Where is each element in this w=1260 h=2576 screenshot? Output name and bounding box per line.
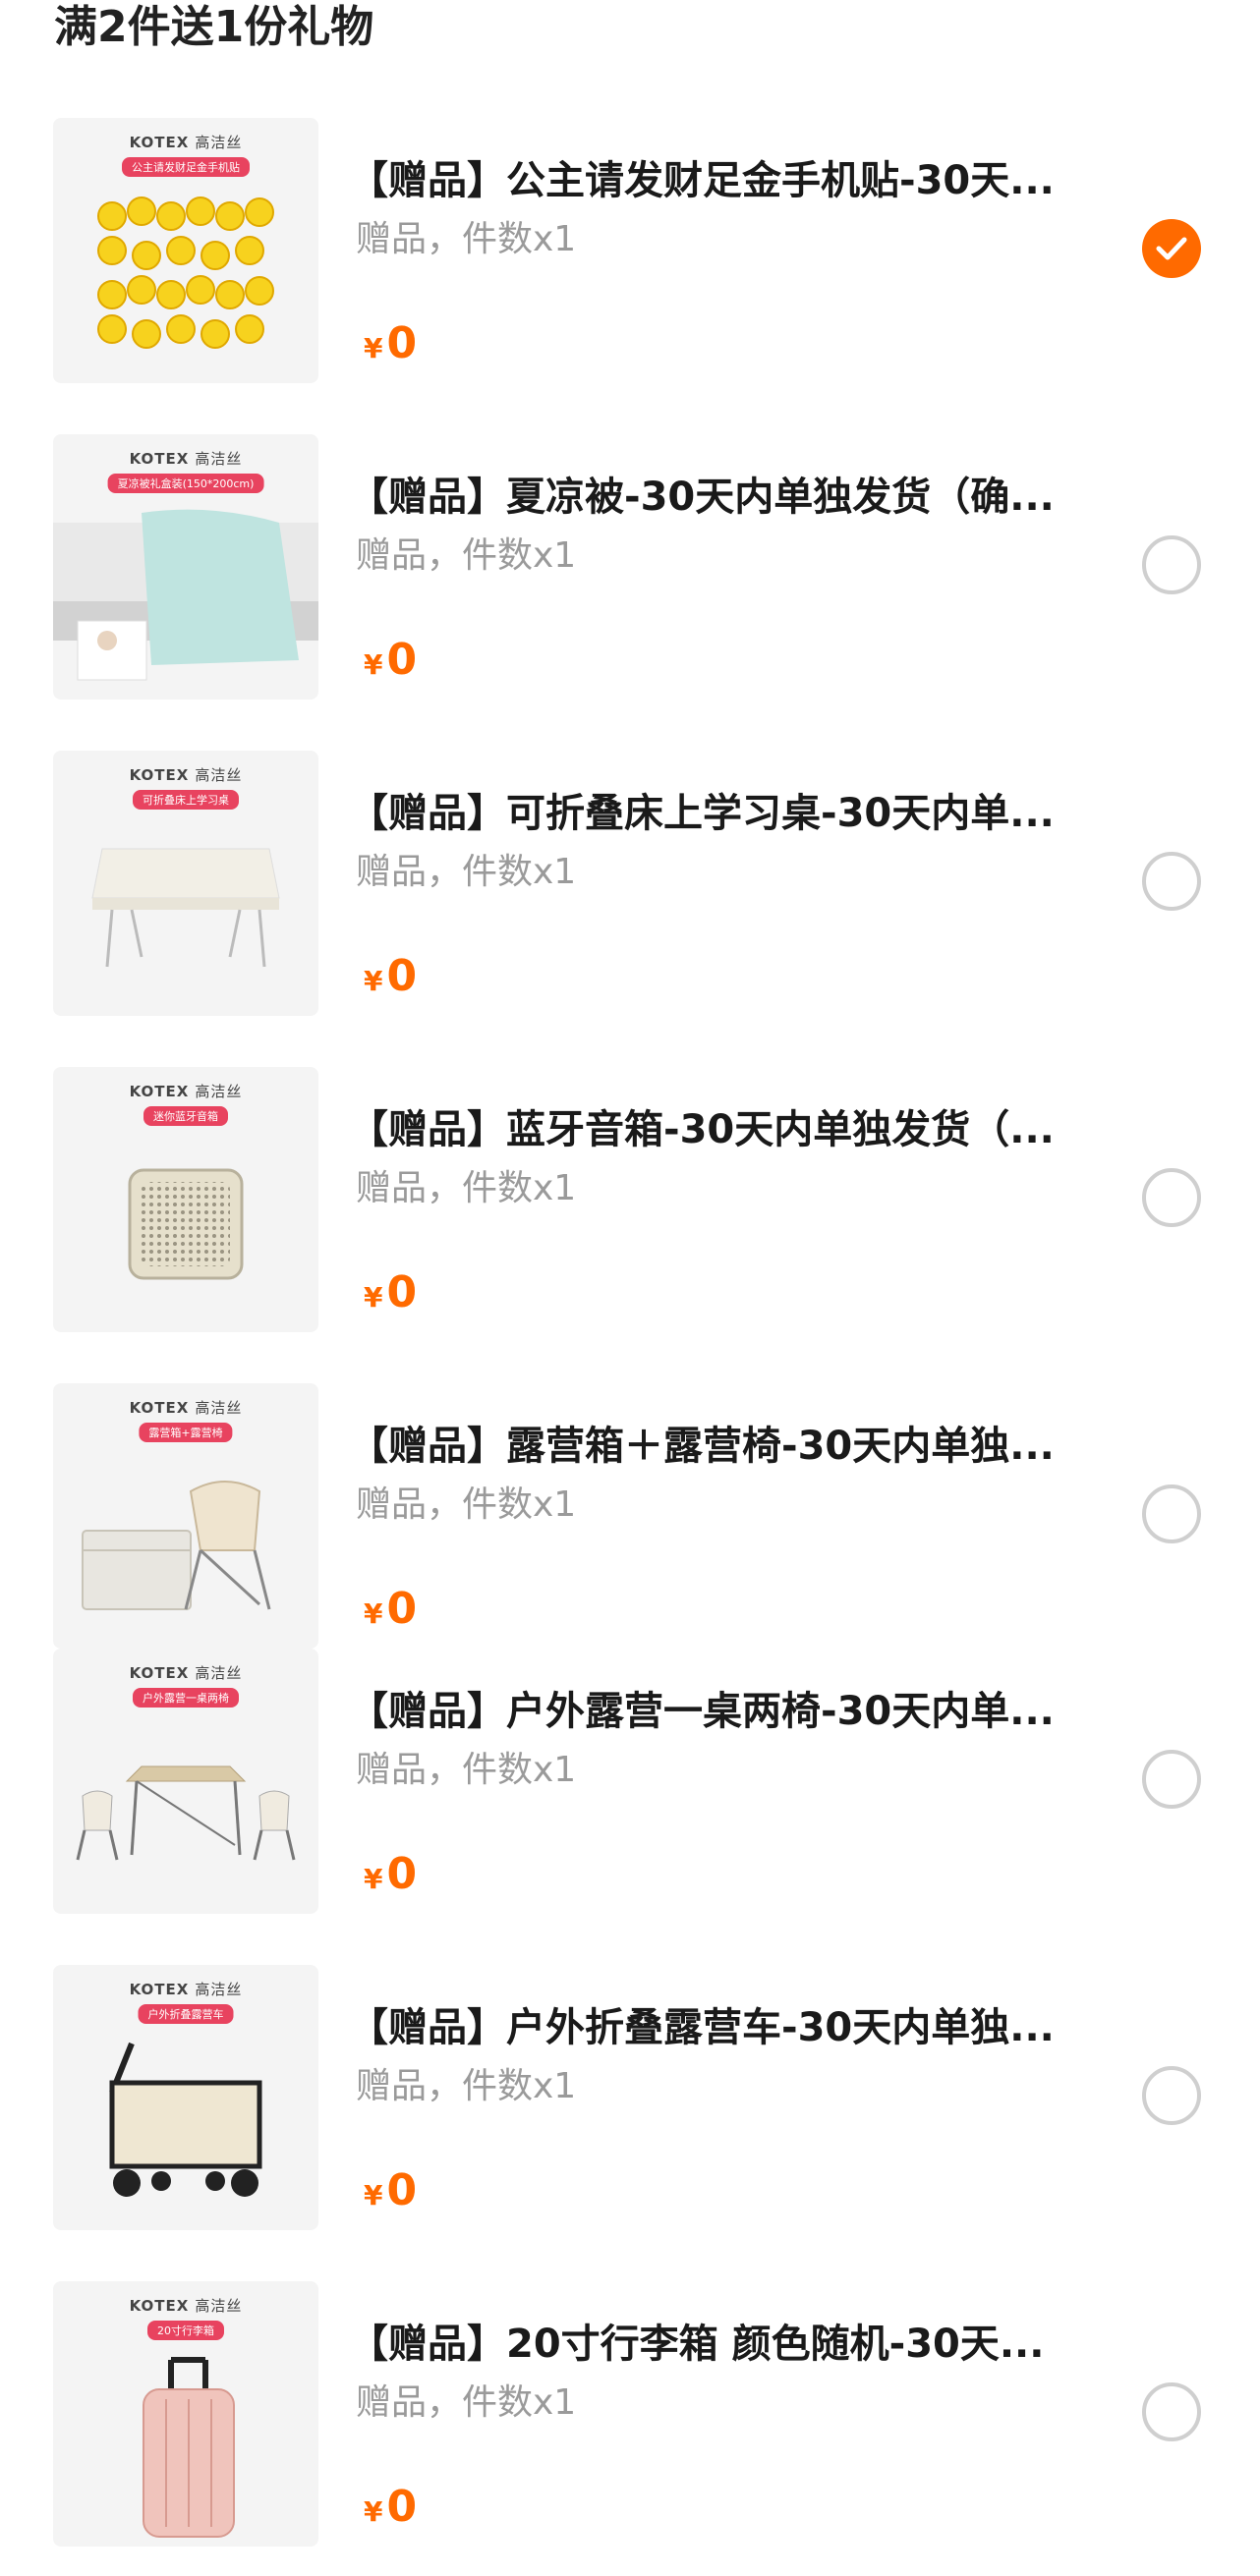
- gift-item-1[interactable]: KOTEX 高洁丝 公主请发财足金手机贴 【赠品】公主请发财足金手机贴-30天..…: [0, 118, 1260, 413]
- select-radio[interactable]: [1142, 1168, 1201, 1227]
- item-title[interactable]: 【赠品】户外折叠露营车-30天内单独...: [349, 2002, 1096, 2053]
- select-radio[interactable]: [1142, 1750, 1201, 1809]
- select-radio[interactable]: [1142, 852, 1201, 911]
- product-image[interactable]: KOTEX 高洁丝 可折叠床上学习桌: [53, 751, 318, 1016]
- item-subtitle: 赠品，件数x1: [356, 1750, 577, 1790]
- item-price: ¥0: [364, 318, 418, 368]
- item-price: ¥0: [364, 635, 418, 685]
- item-title[interactable]: 【赠品】公主请发财足金手机贴-30天...: [349, 155, 1096, 206]
- item-subtitle: 赠品，件数x1: [356, 852, 577, 892]
- item-price: ¥0: [364, 1584, 418, 1634]
- item-subtitle: 赠品，件数x1: [356, 1484, 577, 1525]
- item-price: ¥0: [364, 1849, 418, 1899]
- desk-icon: [91, 848, 280, 968]
- select-radio-checked[interactable]: [1142, 219, 1201, 278]
- item-subtitle: 赠品，件数x1: [356, 2382, 577, 2423]
- gift-item-3[interactable]: KOTEX 高洁丝 可折叠床上学习桌 【赠品】可折叠床上学习桌-30天内单... …: [0, 751, 1260, 1045]
- gift-item-8[interactable]: KOTEX 高洁丝 20寸行李箱 【赠品】20寸行李箱 颜色随机-30天... 赠…: [0, 2281, 1260, 2576]
- page-title: 满2件送1份礼物: [54, 2, 374, 52]
- item-title[interactable]: 【赠品】户外露营一桌两椅-30天内单...: [349, 1686, 1096, 1737]
- gift-item-5[interactable]: KOTEX 高洁丝 露营箱+露营椅 【赠品】露营箱＋露营椅-30天内单独... 赠…: [0, 1383, 1260, 1678]
- product-image[interactable]: KOTEX 高洁丝 公主请发财足金手机贴: [53, 118, 318, 383]
- gift-item-6[interactable]: KOTEX 高洁丝 户外露营一桌两椅 【赠品】户外露营一桌两椅-30天内单... …: [0, 1649, 1260, 1943]
- gift-item-2[interactable]: KOTEX 高洁丝 夏凉被礼盒装(150*200cm) 【赠品】夏凉被-30天内单…: [0, 434, 1260, 729]
- select-radio[interactable]: [1142, 2066, 1201, 2125]
- product-image[interactable]: KOTEX 高洁丝 户外折叠露营车: [53, 1965, 318, 2230]
- item-subtitle: 赠品，件数x1: [356, 1168, 577, 1208]
- product-image[interactable]: KOTEX 高洁丝 20寸行李箱: [53, 2281, 318, 2547]
- item-title[interactable]: 【赠品】20寸行李箱 颜色随机-30天...: [349, 2319, 1096, 2370]
- product-image[interactable]: KOTEX 高洁丝 迷你蓝牙音箱: [53, 1067, 318, 1332]
- gift-item-4[interactable]: KOTEX 高洁丝 迷你蓝牙音箱 【赠品】蓝牙音箱-30天内单独发货（... 赠品…: [0, 1067, 1260, 1362]
- item-price: ¥0: [364, 951, 418, 1001]
- select-radio[interactable]: [1142, 2382, 1201, 2441]
- item-title[interactable]: 【赠品】可折叠床上学习桌-30天内单...: [349, 788, 1096, 839]
- item-subtitle: 赠品，件数x1: [356, 219, 577, 259]
- item-price: ¥0: [364, 2482, 418, 2532]
- product-image[interactable]: KOTEX 高洁丝 露营箱+露营椅: [53, 1383, 318, 1649]
- wagon-icon: [109, 2042, 262, 2197]
- item-price: ¥0: [364, 2165, 418, 2215]
- suitcase-icon: [143, 2357, 235, 2538]
- item-title[interactable]: 【赠品】蓝牙音箱-30天内单独发货（...: [349, 1104, 1096, 1155]
- table-chairs-icon: [76, 1765, 296, 1861]
- select-radio[interactable]: [1142, 1484, 1201, 1543]
- blanket-icon: [53, 509, 318, 681]
- item-title[interactable]: 【赠品】夏凉被-30天内单独发货（确...: [349, 472, 1096, 523]
- phone-sticker-icon: [97, 196, 274, 349]
- gift-item-7[interactable]: KOTEX 高洁丝 户外折叠露营车 【赠品】户外折叠露营车-30天内单独... 赠…: [0, 1965, 1260, 2260]
- checkmark-icon: [1156, 237, 1187, 260]
- product-image[interactable]: KOTEX 高洁丝 夏凉被礼盒装(150*200cm): [53, 434, 318, 700]
- camping-box-chair-icon: [82, 1481, 271, 1610]
- item-price: ¥0: [364, 1267, 418, 1317]
- item-subtitle: 赠品，件数x1: [356, 2066, 577, 2106]
- product-image[interactable]: KOTEX 高洁丝 户外露营一桌两椅: [53, 1649, 318, 1914]
- speaker-icon: [128, 1168, 244, 1280]
- item-title[interactable]: 【赠品】露营箱＋露营椅-30天内单独...: [349, 1421, 1096, 1472]
- select-radio[interactable]: [1142, 535, 1201, 594]
- item-subtitle: 赠品，件数x1: [356, 535, 577, 576]
